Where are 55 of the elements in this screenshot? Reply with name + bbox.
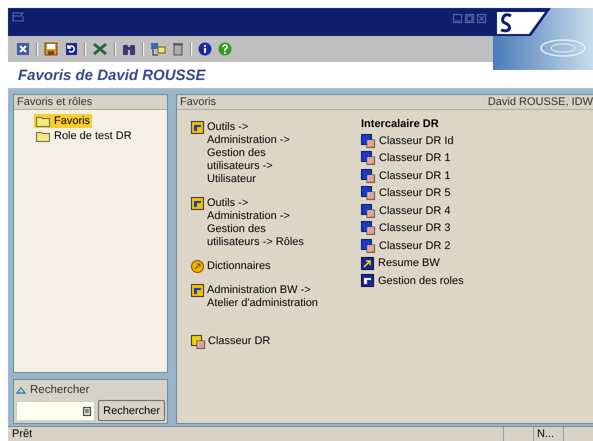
search-field[interactable]: [16, 400, 96, 420]
favorite-item[interactable]: Administration BW -> Atelier d'administration: [191, 284, 318, 310]
favorite-item[interactable]: Classeur DR 5: [361, 186, 451, 200]
folder-icon: [36, 130, 51, 142]
panel-header: Favoris: [180, 95, 216, 109]
favorite-item[interactable]: Classeur DR: [191, 335, 270, 349]
close-icon[interactable]: [477, 14, 486, 23]
menu-icon[interactable]: [12, 12, 26, 22]
collapse-icon[interactable]: [16, 386, 26, 394]
transaction-icon: [191, 197, 204, 210]
favorite-item[interactable]: Classeur DR 4: [361, 204, 451, 218]
favorite-item[interactable]: Classeur DR 1: [361, 152, 451, 165]
transaction-icon: [361, 274, 374, 288]
minimize-icon[interactable]: [453, 14, 462, 23]
panel-header: Favoris et rôles: [17, 96, 92, 108]
favorite-item[interactable]: Classeur DR 1: [361, 169, 451, 182]
workbook-icon: [361, 186, 375, 200]
workbook-icon: [361, 221, 375, 236]
favorite-item[interactable]: Classeur DR Id: [361, 134, 454, 148]
help-icon[interactable]: [218, 42, 232, 56]
shortcut-icon: [361, 256, 374, 270]
refresh-icon[interactable]: [64, 42, 78, 56]
search-button[interactable]: Rechercher: [98, 400, 165, 421]
favorite-item[interactable]: Resume BW: [361, 256, 440, 270]
transaction-icon: [191, 284, 204, 297]
tree-item[interactable]: Role de test DR: [34, 129, 134, 143]
transaction-icon: [191, 121, 204, 134]
maximize-icon[interactable]: [465, 14, 474, 23]
binoculars-icon[interactable]: [122, 42, 136, 56]
folder-icon: [36, 116, 51, 126]
tree-item[interactable]: Favoris: [34, 114, 92, 128]
user-name: David ROUSSE, IDW: [488, 95, 593, 109]
favorite-item[interactable]: Classeur DR 2: [361, 239, 451, 252]
workbook-icon: [191, 335, 205, 349]
screen-title: Favoris de David ROUSSE: [18, 66, 206, 84]
folder-tree-icon[interactable]: [150, 42, 166, 56]
favorite-item[interactable]: Dictionnaires: [191, 260, 271, 273]
favorite-item[interactable]: Outils -> Administration -> Gestion des utilisateurs -> Rôles: [191, 197, 304, 249]
panel-header: Rechercher: [30, 384, 90, 396]
value-help-icon[interactable]: [83, 406, 92, 416]
info-icon[interactable]: [198, 42, 212, 56]
favorite-item[interactable]: Classeur DR 3: [361, 222, 451, 235]
folder-title: Intercalaire DR: [361, 118, 440, 130]
favorite-item[interactable]: Gestion des roles: [361, 274, 464, 288]
workbook-icon: [361, 238, 375, 253]
workbook-icon: [361, 204, 375, 218]
session-field: N...: [533, 427, 563, 441]
workbook-icon: [361, 134, 375, 148]
workbook-icon: [361, 151, 375, 166]
status-message: Prêt: [11, 427, 34, 441]
trash-icon[interactable]: [172, 42, 184, 56]
favorite-item[interactable]: Outils -> Administration -> Gestion des utilisateurs -> Utilisateur: [191, 121, 290, 186]
cancel-icon[interactable]: [16, 42, 30, 56]
save-icon[interactable]: [44, 42, 58, 56]
workbook-icon: [361, 168, 375, 183]
